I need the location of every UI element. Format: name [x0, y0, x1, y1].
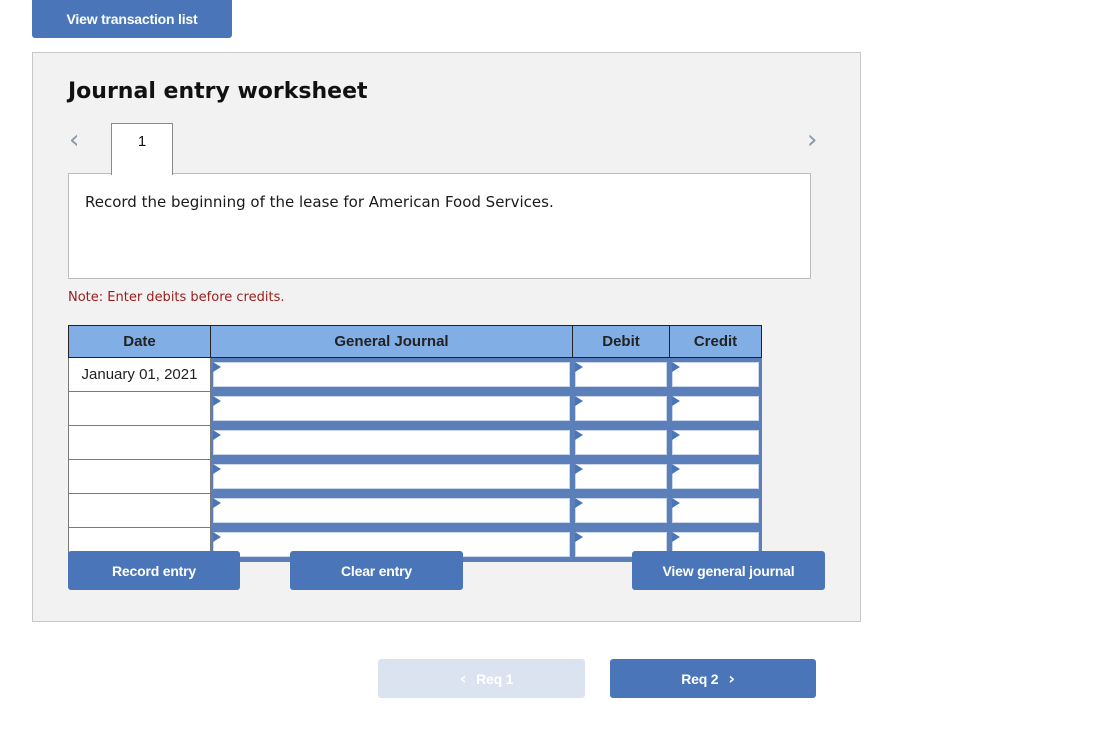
- transaction-description: Record the beginning of the lease for Am…: [85, 193, 554, 211]
- next-requirement-button[interactable]: Req 2 ›: [610, 659, 816, 698]
- account-cell: [210, 391, 573, 426]
- tab-label: 1: [137, 133, 147, 150]
- credit-cell: [669, 459, 762, 494]
- account-cell: [210, 357, 573, 392]
- debit-cell: [572, 391, 670, 426]
- worksheet-title: Journal entry worksheet: [68, 79, 368, 104]
- journal-entry-table: Date General Journal Debit Credit Januar…: [68, 325, 762, 562]
- table-row: [68, 425, 762, 460]
- table-row: [68, 493, 762, 528]
- debit-cell: [572, 425, 670, 460]
- credit-input[interactable]: [672, 430, 759, 455]
- credit-input[interactable]: [672, 464, 759, 489]
- account-cell: [210, 459, 573, 494]
- credit-cell: [669, 391, 762, 426]
- account-input[interactable]: [213, 362, 570, 387]
- clear-entry-button[interactable]: Clear entry: [290, 551, 463, 590]
- header-general-journal: General Journal: [210, 325, 573, 358]
- credit-cell: [669, 493, 762, 528]
- account-cell: [210, 425, 573, 460]
- debit-cell: [572, 493, 670, 528]
- debit-cell: [572, 357, 670, 392]
- chevron-left-icon[interactable]: ‹: [69, 127, 79, 153]
- prev-requirement-button[interactable]: ‹ Req 1: [378, 659, 585, 698]
- account-input[interactable]: [213, 464, 570, 489]
- header-credit: Credit: [669, 325, 762, 358]
- credit-cell: [669, 425, 762, 460]
- header-date: Date: [68, 325, 211, 358]
- date-cell: [68, 459, 211, 494]
- credit-input[interactable]: [672, 396, 759, 421]
- journal-entry-worksheet-panel: Journal entry worksheet ‹ 1 › Record the…: [32, 52, 861, 622]
- table-row: [68, 459, 762, 494]
- debit-input[interactable]: [575, 498, 667, 523]
- date-cell: [68, 425, 211, 460]
- view-transaction-list-button[interactable]: View transaction list: [32, 0, 232, 38]
- debit-cell: [572, 459, 670, 494]
- credit-input[interactable]: [672, 362, 759, 387]
- credit-input[interactable]: [672, 498, 759, 523]
- debit-input[interactable]: [575, 396, 667, 421]
- chevron-right-icon: ›: [728, 669, 735, 688]
- chevron-right-icon[interactable]: ›: [807, 127, 817, 153]
- tab-entry-1[interactable]: 1: [111, 123, 173, 175]
- table-header-row: Date General Journal Debit Credit: [68, 325, 762, 358]
- chevron-left-icon: ‹: [459, 669, 467, 688]
- account-input[interactable]: [213, 396, 570, 421]
- date-cell: [68, 493, 211, 528]
- date-cell: January 01, 2021: [68, 357, 211, 392]
- debit-input[interactable]: [575, 430, 667, 455]
- table-row: [68, 391, 762, 426]
- account-input[interactable]: [213, 498, 570, 523]
- table-row: January 01, 2021: [68, 357, 762, 392]
- transaction-description-box: Record the beginning of the lease for Am…: [68, 173, 811, 279]
- record-entry-button[interactable]: Record entry: [68, 551, 240, 590]
- account-input[interactable]: [213, 430, 570, 455]
- next-requirement-label: Req 2: [681, 670, 719, 687]
- date-cell: [68, 391, 211, 426]
- header-debit: Debit: [572, 325, 670, 358]
- debit-input[interactable]: [575, 464, 667, 489]
- credit-cell: [669, 357, 762, 392]
- view-general-journal-button[interactable]: View general journal: [632, 551, 825, 590]
- debit-input[interactable]: [575, 362, 667, 387]
- note-text: Note: Enter debits before credits.: [68, 290, 285, 305]
- prev-requirement-label: Req 1: [476, 670, 514, 687]
- account-cell: [210, 493, 573, 528]
